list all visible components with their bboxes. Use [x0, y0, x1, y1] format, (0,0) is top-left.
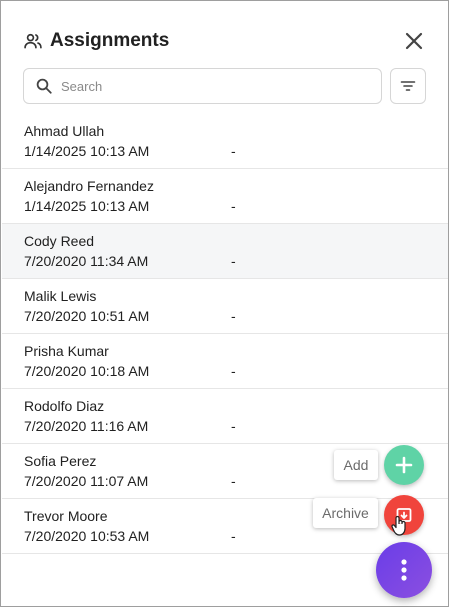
close-button[interactable] [402, 29, 426, 53]
plus-icon [395, 456, 413, 474]
assignment-status: - [231, 308, 236, 324]
list-item[interactable]: Alejandro Fernandez 1/14/2025 10:13 AM - [2, 169, 448, 224]
assignment-status: - [231, 363, 236, 379]
list-item[interactable]: Cody Reed 7/20/2020 11:34 AM - [2, 224, 448, 279]
assignment-list: Ahmad Ullah 1/14/2025 10:13 AM - Alejand… [2, 114, 448, 554]
assignee-name: Malik Lewis [24, 288, 97, 304]
assignment-date: 7/20/2020 10:18 AM [24, 363, 150, 379]
filter-icon [400, 81, 416, 91]
assignee-name: Alejandro Fernandez [24, 178, 154, 194]
more-actions-button[interactable] [376, 542, 432, 598]
add-label[interactable]: Add [334, 450, 378, 480]
assignment-date: 7/20/2020 11:34 AM [24, 253, 149, 269]
assignee-name: Cody Reed [24, 233, 95, 249]
search-row [23, 68, 426, 104]
panel-header: Assignments [23, 27, 426, 55]
assignee-name: Rodolfo Diaz [24, 398, 105, 414]
assignee-name: Prisha Kumar [24, 343, 109, 359]
assignment-date: 1/14/2025 10:13 AM [24, 198, 150, 214]
assignment-status: - [231, 143, 236, 159]
assignment-date: 7/20/2020 11:16 AM [24, 418, 149, 434]
assignment-status: - [231, 198, 236, 214]
assignment-date: 7/20/2020 10:51 AM [24, 308, 150, 324]
assignee-name: Trevor Moore [24, 508, 108, 524]
list-item[interactable]: Prisha Kumar 7/20/2020 10:18 AM - [2, 334, 448, 389]
archive-label[interactable]: Archive [313, 498, 378, 528]
assignment-status: - [231, 528, 236, 544]
assignment-status: - [231, 253, 236, 269]
assignments-panel: Assignments Ahmad Ullah 1/14/2025 10:13 … [0, 0, 449, 607]
assignment-date: 7/20/2020 10:53 AM [24, 528, 150, 544]
list-item[interactable]: Malik Lewis 7/20/2020 10:51 AM - [2, 279, 448, 334]
search-field[interactable] [23, 68, 382, 104]
assignment-status: - [231, 418, 236, 434]
search-icon [35, 77, 53, 95]
list-item[interactable]: Rodolfo Diaz 7/20/2020 11:16 AM - [2, 389, 448, 444]
assignment-date: 7/20/2020 11:07 AM [24, 473, 149, 489]
list-item[interactable]: Trevor Moore 7/20/2020 10:53 AM - [2, 499, 448, 554]
add-button[interactable] [384, 445, 424, 485]
assignee-name: Ahmad Ullah [24, 123, 105, 139]
list-item[interactable]: Sofia Perez 7/20/2020 11:07 AM - [2, 444, 448, 499]
assignment-status: - [231, 473, 236, 489]
assignment-date: 1/14/2025 10:13 AM [24, 143, 150, 159]
more-vertical-icon [401, 559, 407, 581]
list-item[interactable]: Ahmad Ullah 1/14/2025 10:13 AM - [2, 114, 448, 169]
close-icon [405, 32, 423, 50]
page-title: Assignments [50, 30, 170, 51]
hand-cursor-icon [391, 515, 406, 536]
assignee-name: Sofia Perez [24, 453, 97, 469]
search-input[interactable] [61, 78, 341, 94]
filter-button[interactable] [390, 68, 426, 104]
people-icon [23, 31, 43, 51]
